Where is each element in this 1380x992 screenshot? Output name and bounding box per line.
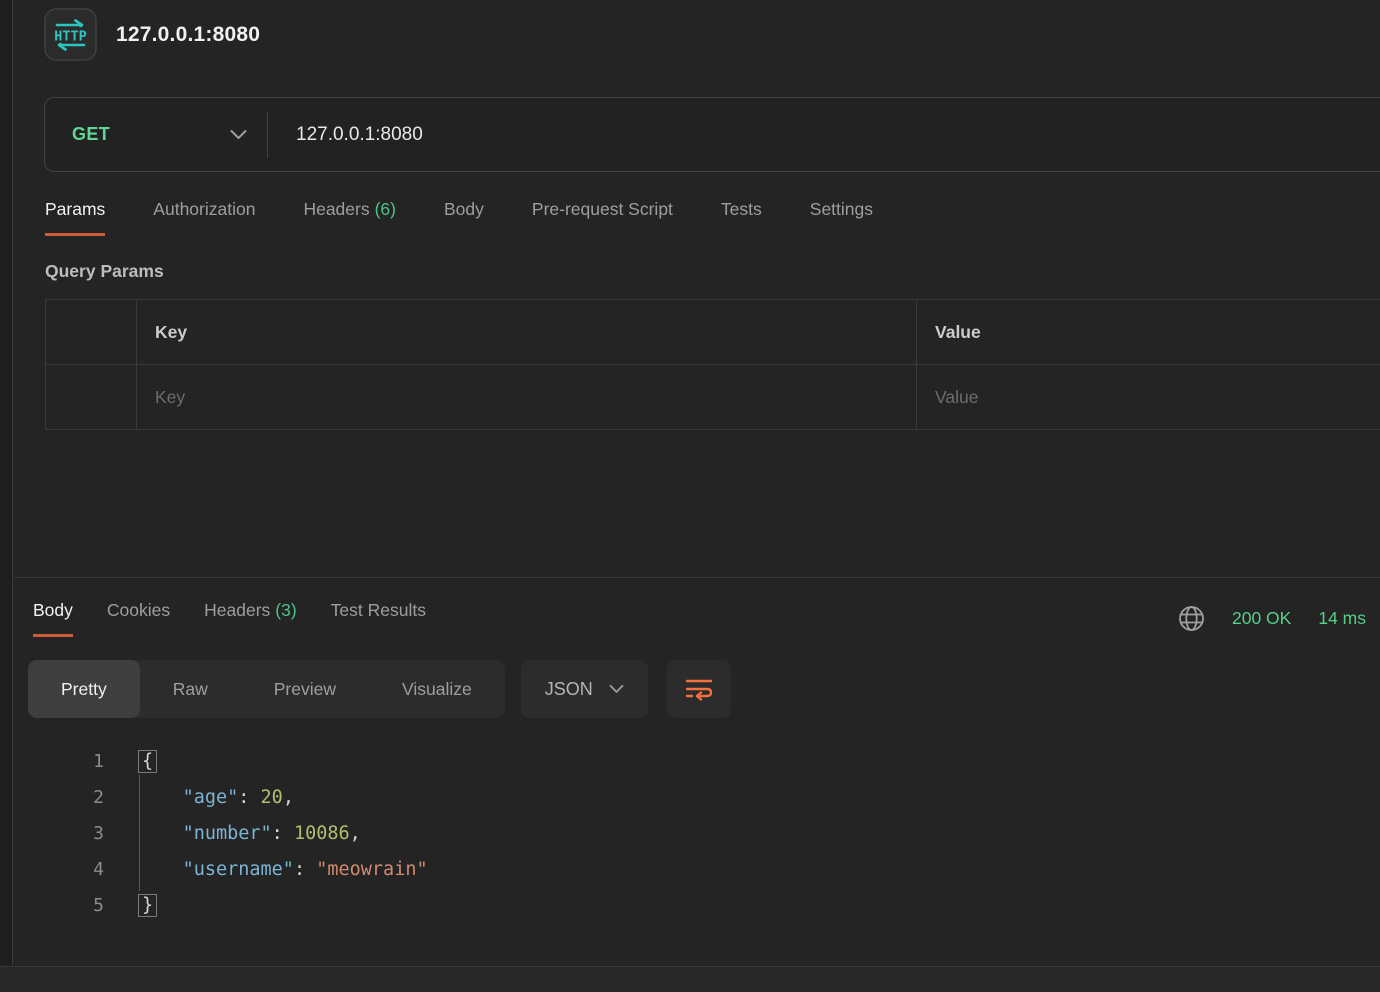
response-meta: 200 OK 14 ms <box>1178 605 1372 632</box>
response-time: 14 ms <box>1318 608 1366 629</box>
method-label: GET <box>72 124 110 145</box>
view-visualize-button[interactable]: Visualize <box>369 660 505 718</box>
url-input[interactable]: 127.0.0.1:8080 <box>268 124 423 146</box>
globe-icon[interactable] <box>1178 605 1205 632</box>
status-badge: 200 OK <box>1232 608 1291 629</box>
tab-tests[interactable]: Tests <box>721 199 762 236</box>
tab-headers[interactable]: Headers(6) <box>303 199 396 236</box>
wrap-lines-icon <box>684 676 714 702</box>
http-request-icon: HTTP <box>44 8 97 61</box>
request-title: 127.0.0.1:8080 <box>116 23 260 47</box>
response-tab-cookies[interactable]: Cookies <box>107 600 170 637</box>
chevron-down-icon <box>230 129 247 140</box>
line-number: 4 <box>60 852 104 888</box>
http-client-window: HTTP 127.0.0.1:8080 GET 127.0.0.1:8080 <box>0 0 1380 992</box>
response-view-bar: Pretty Raw Preview Visualize JSON <box>28 660 1380 718</box>
query-params-empty-row: Key Value <box>46 364 1380 429</box>
view-pretty-button[interactable]: Pretty <box>28 660 140 718</box>
value-input[interactable]: Value <box>916 365 1380 429</box>
code-line: 4 "username": "meowrain" <box>60 852 1380 888</box>
line-number: 5 <box>60 888 104 924</box>
line-number: 1 <box>60 744 104 780</box>
wrap-lines-button[interactable] <box>667 660 731 718</box>
response-tab-bar: Body Cookies Headers(3) Test Results <box>14 578 1380 637</box>
code-line: 1{ <box>60 744 1380 780</box>
response-body-editor[interactable]: 1{ 2 "age": 20, 3 "number": 10086, 4 "us… <box>60 744 1380 924</box>
key-column-header: Key <box>136 300 916 364</box>
response-tab-test-results[interactable]: Test Results <box>331 600 426 637</box>
key-input[interactable]: Key <box>136 365 916 429</box>
tab-pre-request-script[interactable]: Pre-request Script <box>532 199 673 236</box>
headers-count-badge: (6) <box>375 199 396 219</box>
format-label: JSON <box>545 679 593 700</box>
view-raw-button[interactable]: Raw <box>140 660 241 718</box>
format-dropdown[interactable]: JSON <box>521 660 648 718</box>
value-column-header: Value <box>916 300 1380 364</box>
view-preview-button[interactable]: Preview <box>241 660 369 718</box>
row-select-header-cell <box>46 300 136 364</box>
response-pane: Body Cookies Headers(3) Test Results <box>14 578 1380 964</box>
code-line: 5} <box>60 888 1380 924</box>
indent-guide-line <box>139 775 140 891</box>
code-line: 3 "number": 10086, <box>60 816 1380 852</box>
response-headers-count-badge: (3) <box>275 600 296 620</box>
request-tab-bar: Params Authorization Headers(6) Body Pre… <box>45 199 1380 236</box>
query-params-table: Key Value Key Value <box>45 299 1380 430</box>
tab-params[interactable]: Params <box>45 199 105 236</box>
row-select-cell[interactable] <box>46 365 136 429</box>
query-params-header-row: Key Value <box>46 300 1380 364</box>
status-bar <box>0 966 1380 992</box>
query-params-heading: Query Params <box>45 261 1380 282</box>
code-line: 2 "age": 20, <box>60 780 1380 816</box>
tab-body[interactable]: Body <box>444 199 484 236</box>
request-pane: HTTP 127.0.0.1:8080 GET 127.0.0.1:8080 <box>14 0 1380 578</box>
chevron-down-icon <box>609 684 624 694</box>
line-number: 2 <box>60 780 104 816</box>
method-dropdown[interactable]: GET <box>45 124 267 145</box>
request-header: HTTP 127.0.0.1:8080 <box>14 0 1380 61</box>
left-panel-edge <box>0 0 13 965</box>
response-tab-body[interactable]: Body <box>33 600 73 637</box>
url-bar: GET 127.0.0.1:8080 <box>44 97 1380 172</box>
tab-authorization[interactable]: Authorization <box>153 199 255 236</box>
tab-settings[interactable]: Settings <box>810 199 873 236</box>
response-tab-headers[interactable]: Headers(3) <box>204 600 297 637</box>
line-number: 3 <box>60 816 104 852</box>
view-segmented-control: Pretty Raw Preview Visualize <box>28 660 505 718</box>
svg-text:HTTP: HTTP <box>54 29 87 45</box>
